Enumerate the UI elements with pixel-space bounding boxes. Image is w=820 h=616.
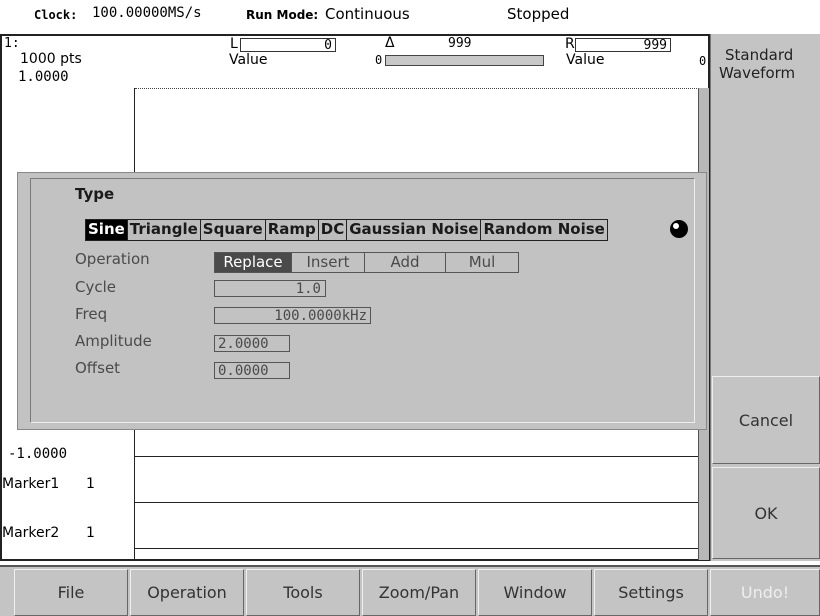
plot-top-border [135, 88, 705, 90]
freq-field[interactable]: 100.0000kHz [214, 307, 371, 324]
right-value: 0 [699, 54, 707, 68]
run-mode-value: Continuous [325, 5, 410, 23]
menu-file-button[interactable]: File [14, 569, 128, 616]
type-sine-button[interactable]: Sine [86, 220, 128, 240]
knob-icon[interactable] [669, 219, 689, 239]
menu-operation-button[interactable]: Operation [130, 569, 244, 616]
marker2-label: Marker2 [2, 525, 60, 541]
marker1-label: Marker1 [2, 476, 60, 492]
marker-divider [135, 502, 700, 503]
operation-label: Operation [75, 250, 150, 268]
operation-selector: Replace Insert Add Mul [214, 252, 519, 273]
delta-symbol: Δ [385, 35, 395, 51]
menu-window-button[interactable]: Window [478, 569, 592, 616]
y-min-label: -1.0000 [8, 446, 68, 462]
left-cursor-field[interactable]: 0 [240, 38, 336, 52]
type-selector: Sine Triangle Square Ramp DC Gaussian No… [85, 219, 608, 241]
menu-undo-button[interactable]: Undo! [710, 569, 820, 616]
side-panel-title-line2: Waveform [719, 64, 796, 82]
freq-label: Freq [75, 305, 108, 323]
dialog-frame: Type Sine Triangle Square Ramp DC Gaussi… [30, 178, 695, 423]
standard-waveform-dialog: Type Sine Triangle Square Ramp DC Gaussi… [17, 172, 707, 430]
delta-value: 999 [448, 36, 472, 51]
channel-label: 1: [4, 36, 20, 51]
type-square-button[interactable]: Square [201, 220, 266, 240]
type-random-noise-button[interactable]: Random Noise [481, 220, 606, 240]
type-label: Type [75, 185, 115, 203]
cancel-button[interactable]: Cancel [712, 376, 820, 464]
amplitude-label: Amplitude [75, 332, 152, 350]
marker1-value: 1 [86, 476, 95, 492]
ok-button[interactable]: OK [712, 467, 820, 559]
points-count: 1000 pts [20, 51, 82, 67]
left-cursor-label: L [230, 36, 238, 52]
type-triangle-button[interactable]: Triangle [128, 220, 201, 240]
left-value-label: Value [229, 52, 268, 68]
operation-add-button[interactable]: Add [365, 253, 446, 272]
position-scrollbar[interactable] [385, 55, 544, 66]
operation-insert-button[interactable]: Insert [292, 253, 365, 272]
clock-label: Clock: [34, 8, 78, 22]
right-value-label: Value [566, 52, 605, 68]
marker2-line [135, 548, 700, 549]
operation-mul-button[interactable]: Mul [446, 253, 518, 272]
type-ramp-button[interactable]: Ramp [266, 220, 319, 240]
type-dc-button[interactable]: DC [319, 220, 348, 240]
marker2-value: 1 [86, 525, 95, 541]
y-max-label: 1.0000 [18, 69, 69, 85]
menu-tools-button[interactable]: Tools [246, 569, 360, 616]
side-panel-title-line1: Standard [725, 46, 794, 64]
offset-label: Offset [75, 359, 121, 377]
cycle-field[interactable]: 1.0 [214, 280, 326, 297]
menu-settings-button[interactable]: Settings [594, 569, 708, 616]
amplitude-field[interactable]: 2.0000 [214, 335, 290, 352]
menu-bar: File Operation Tools Zoom/Pan Window Set… [0, 565, 820, 616]
scroll-start-label: 0 [375, 53, 383, 67]
menu-zoom-pan-button[interactable]: Zoom/Pan [362, 569, 476, 616]
status-bar: Clock: 100.00000MS/s Run Mode: Continuou… [0, 0, 820, 30]
offset-field[interactable]: 0.0000 [214, 362, 290, 379]
marker1-line [135, 456, 700, 457]
cycle-label: Cycle [75, 278, 116, 296]
run-mode-label: Run Mode: [246, 8, 319, 22]
right-cursor-field[interactable]: 999 [575, 38, 671, 52]
operation-replace-button[interactable]: Replace [215, 253, 292, 272]
right-cursor-label: R [565, 36, 575, 52]
run-state: Stopped [507, 5, 570, 23]
clock-value: 100.00000MS/s [92, 5, 202, 21]
type-gaussian-noise-button[interactable]: Gaussian Noise [347, 220, 482, 240]
